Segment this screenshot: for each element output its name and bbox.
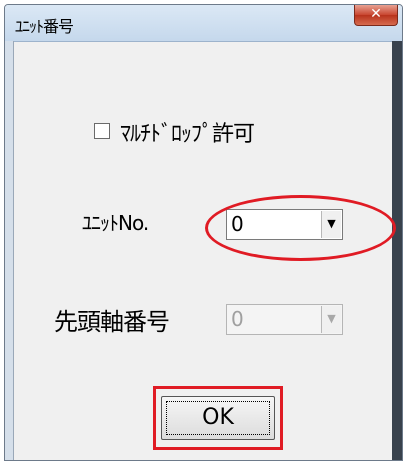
unit-no-dropdown-button[interactable]: ▼ — [321, 211, 341, 238]
close-button[interactable]: ✕ — [354, 5, 398, 26]
unit-no-value: 0 — [231, 212, 244, 236]
title-bar[interactable]: ﾕﾆｯﾄ番号 ✕ — [5, 5, 402, 42]
head-axis-label: 先頭軸番号 — [54, 308, 170, 336]
close-icon: ✕ — [370, 6, 382, 22]
chevron-down-icon: ▼ — [327, 217, 336, 230]
head-axis-dropdown-button: ▼ — [321, 306, 341, 333]
chevron-down-icon: ▼ — [327, 312, 336, 325]
window-title: ﾕﾆｯﾄ番号 — [15, 17, 74, 36]
window-frame-left — [5, 41, 14, 460]
ok-button-label: OK — [202, 405, 234, 430]
unit-no-label: ﾕﾆｯﾄNo. — [82, 211, 149, 235]
multidrop-checkbox[interactable] — [94, 123, 110, 139]
window-frame-right — [392, 41, 402, 460]
dialog-client-area: ﾏﾙﾁﾄﾞﾛｯﾌﾟ許可 ﾕﾆｯﾄNo. 0 ▼ 先頭軸番号 0 ▼ OK — [14, 42, 396, 460]
unit-no-select[interactable]: 0 ▼ — [226, 209, 343, 240]
ok-button[interactable]: OK — [161, 396, 275, 440]
head-axis-value: 0 — [231, 307, 244, 331]
dialog-window: ﾕﾆｯﾄ番号 ✕ ﾏﾙﾁﾄﾞﾛｯﾌﾟ許可 ﾕﾆｯﾄNo. 0 ▼ 先頭軸番号 0 — [4, 4, 403, 461]
page: ﾕﾆｯﾄ番号 ✕ ﾏﾙﾁﾄﾞﾛｯﾌﾟ許可 ﾕﾆｯﾄNo. 0 ▼ 先頭軸番号 0 — [0, 0, 409, 465]
multidrop-label[interactable]: ﾏﾙﾁﾄﾞﾛｯﾌﾟ許可 — [120, 116, 255, 148]
head-axis-select: 0 ▼ — [226, 304, 343, 335]
